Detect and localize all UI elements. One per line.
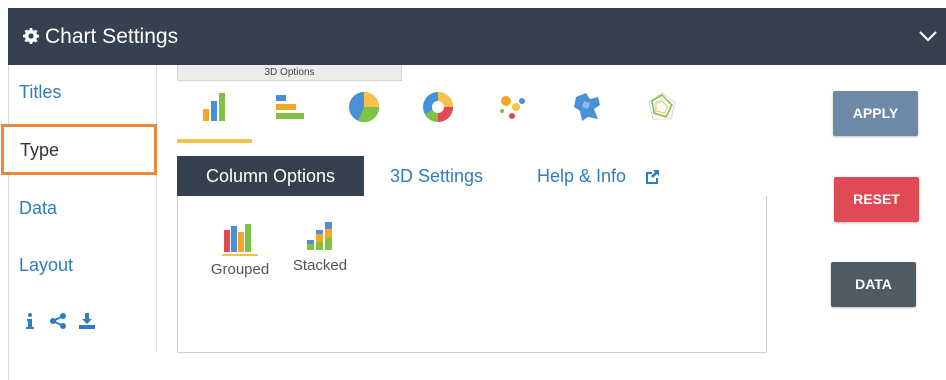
tab-3d-settings[interactable]: 3D Settings (390, 156, 483, 197)
data-button[interactable]: DATA (831, 262, 916, 307)
sidebar-item-type[interactable]: Type (1, 124, 157, 175)
chevron-down-icon[interactable] (918, 28, 938, 44)
sidebar-item-label: Layout (19, 255, 74, 275)
radar-chart-icon[interactable] (644, 89, 680, 125)
sidebar-item-titles[interactable]: Titles (19, 81, 61, 103)
tab-label: 3D Settings (390, 166, 484, 186)
page-title: Chart Settings (45, 25, 179, 48)
sidebar-divider (156, 65, 157, 352)
apply-button[interactable]: APPLY (833, 91, 918, 136)
gear-icon (23, 28, 39, 44)
stacked-column-icon (307, 222, 332, 250)
map-chart-icon[interactable] (570, 89, 606, 125)
share-icon[interactable] (49, 312, 67, 330)
stacked-option[interactable]: Stacked (287, 220, 353, 275)
reset-button[interactable]: RESET (834, 177, 919, 222)
donut-chart-icon[interactable] (420, 89, 456, 125)
sidebar-item-label: Type (20, 140, 60, 160)
grouped-column-icon (222, 224, 258, 256)
chart-settings-header[interactable]: Chart Settings (8, 8, 946, 65)
bar-chart-icon[interactable] (272, 89, 308, 125)
tab-column-options[interactable]: Column Options (177, 156, 364, 197)
tab-label: Column Options (205, 166, 336, 186)
tab-help-info[interactable]: Help & Info (537, 156, 659, 197)
3d-options-label: 3D Options (264, 67, 315, 78)
stacked-label: Stacked (292, 257, 348, 274)
sidebar-item-label: Data (19, 198, 58, 218)
left-border (8, 65, 9, 380)
sidebar-item-label: Titles (19, 82, 62, 102)
download-icon[interactable] (78, 312, 96, 330)
tab-label: Help & Info (537, 166, 627, 186)
sidebar-item-data[interactable]: Data (19, 197, 57, 219)
sidebar-item-layout[interactable]: Layout (19, 254, 73, 276)
grouped-option[interactable]: Grouped (204, 222, 276, 279)
external-link-icon (646, 170, 659, 184)
selected-chart-type-indicator (177, 139, 252, 143)
info-icon[interactable] (26, 312, 34, 330)
column-chart-icon[interactable] (197, 89, 233, 125)
scatter-chart-icon[interactable] (494, 89, 530, 125)
grouped-label: Grouped (210, 261, 270, 278)
pie-chart-icon[interactable] (346, 89, 382, 125)
3d-options-tab[interactable]: 3D Options (177, 65, 402, 81)
